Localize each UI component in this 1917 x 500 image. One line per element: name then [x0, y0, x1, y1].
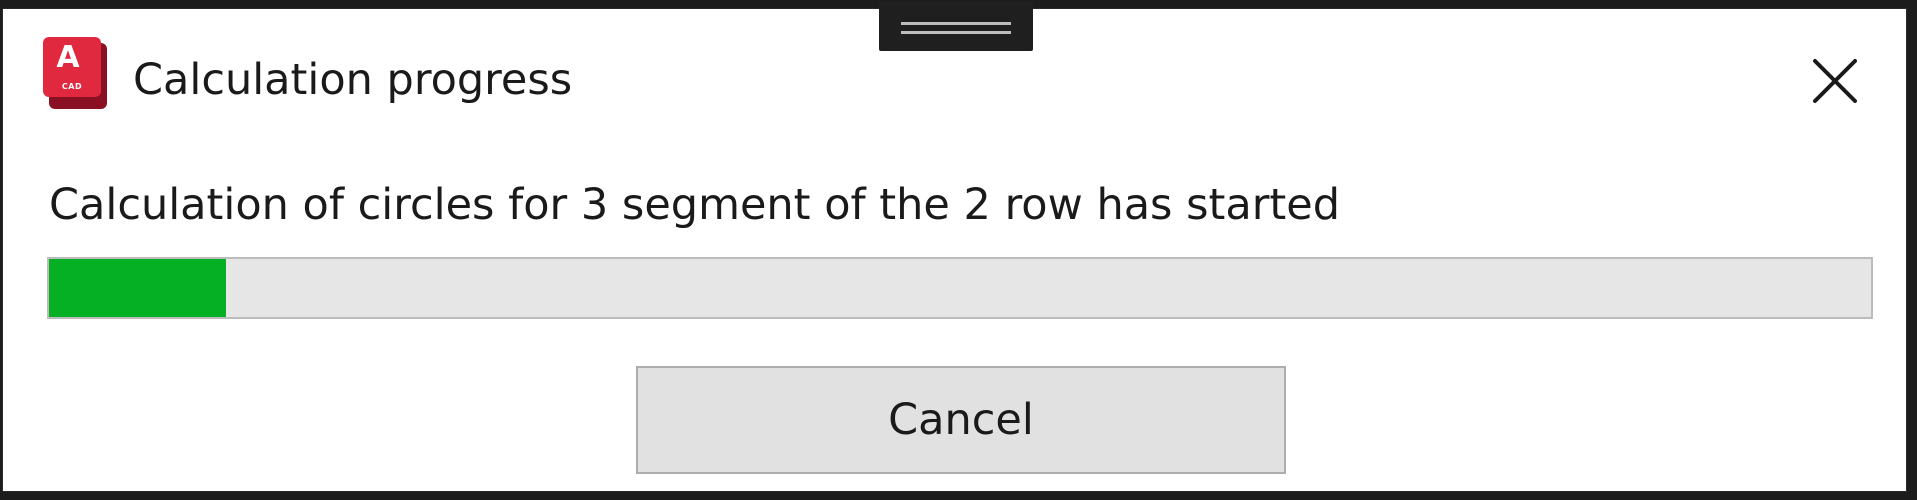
- close-icon: [1813, 59, 1857, 103]
- app-icon-letter: A: [56, 40, 80, 75]
- calculation-progress-dialog: A CAD Calculation progress Calculation o…: [2, 1, 1907, 492]
- drag-handle-line: [901, 31, 1011, 34]
- progress-message: Calculation of circles for 3 segment of …: [49, 180, 1341, 230]
- autocad-icon: A CAD: [43, 37, 107, 109]
- app-icon-sublabel: CAD: [61, 82, 83, 91]
- progress-bar-fill: [49, 259, 226, 317]
- cancel-button[interactable]: Cancel: [636, 366, 1286, 474]
- progress-bar: [47, 257, 1873, 319]
- drag-handle[interactable]: [879, 1, 1033, 51]
- drag-handle-line: [901, 22, 1011, 25]
- close-button[interactable]: [1803, 49, 1867, 113]
- dialog-title: Calculation progress: [133, 55, 573, 105]
